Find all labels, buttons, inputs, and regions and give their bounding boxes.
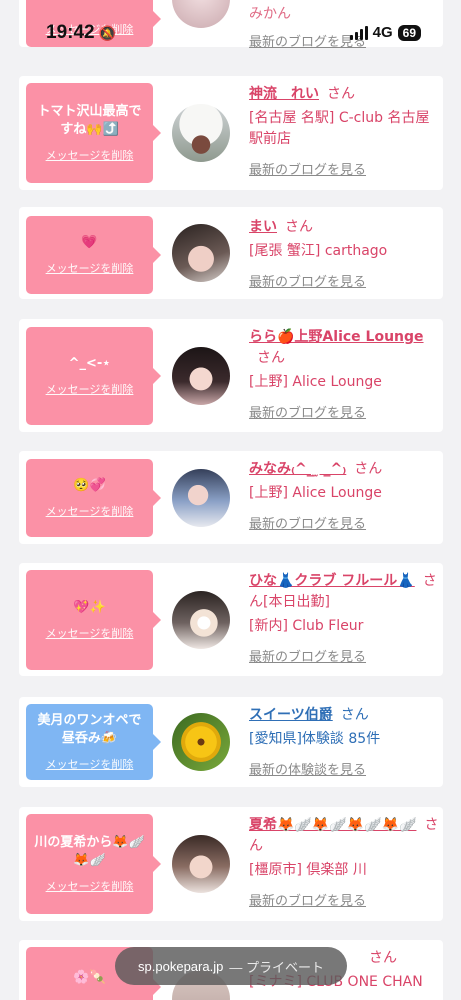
message-bubble: 川の夏希から🦊🪽🦊🪽 メッセージを削除 xyxy=(26,814,161,914)
message-text: 💖✨ xyxy=(73,600,106,615)
message-text: 🌸🍡 xyxy=(73,970,106,985)
avatar[interactable] xyxy=(172,835,230,893)
shop-info: [橿原市] 倶楽部 川 xyxy=(249,862,367,878)
delete-message-link[interactable]: メッセージを削除 xyxy=(46,260,134,276)
review-info: [愛知県]体験談 85件 xyxy=(249,731,381,747)
avatar[interactable] xyxy=(172,469,230,527)
message-text: 🥺💞 xyxy=(73,478,106,493)
delete-message-link[interactable]: メッセージを削除 xyxy=(46,21,134,37)
delete-message-link[interactable]: メッセージを削除 xyxy=(46,381,134,397)
cast-name-link[interactable]: らら🍎上野Alice Lounge xyxy=(249,329,424,345)
honorific: さん xyxy=(257,350,285,366)
delete-message-link[interactable]: メッセージを削除 xyxy=(46,147,134,163)
message-bubble: メッセージを削除 xyxy=(26,0,161,47)
avatar[interactable] xyxy=(172,224,230,282)
address-bar[interactable]: sp.pokepara.jp — プライベート xyxy=(115,947,347,985)
honorific: さん xyxy=(369,950,397,966)
message-text: 💗 xyxy=(81,235,98,250)
message-bubble: 🥺💞 メッセージを削除 xyxy=(26,459,161,537)
message-card: 美月のワンオペで昼呑み🍻 メッセージを削除 スイーツ伯爵 さん [愛知県]体験談 … xyxy=(19,697,443,787)
reviewer-name-link[interactable]: スイーツ伯爵 xyxy=(249,707,333,723)
latest-blog-link[interactable]: 最新のブログを見る xyxy=(249,31,439,50)
honorific: さん xyxy=(327,86,355,102)
url-text: sp.pokepara.jp xyxy=(138,958,224,974)
latest-blog-link[interactable]: 最新のブログを見る xyxy=(249,890,439,909)
honorific: さん xyxy=(354,461,383,477)
latest-review-link[interactable]: 最新の体験談を見る xyxy=(249,759,439,778)
message-text: ^_<-⋆ xyxy=(68,356,111,371)
cast-name[interactable]: みかん xyxy=(249,4,439,25)
message-card: ^_<-⋆ メッセージを削除 らら🍎上野Alice Lounge さん [上野] … xyxy=(19,319,443,432)
honorific: さん xyxy=(340,707,369,723)
delete-message-link[interactable]: メッセージを削除 xyxy=(46,756,134,772)
message-card: 💖✨ メッセージを削除 ひな👗クラブ フルール👗 さん[本日出勤] [新内] Cl… xyxy=(19,563,443,676)
avatar[interactable] xyxy=(172,347,230,405)
private-mode-label: — プライベート xyxy=(229,959,324,975)
cast-name-link[interactable]: 神流 れい xyxy=(249,86,319,102)
cast-name-link[interactable]: 夏希🦊🪽🦊🪽🦊🪽🦊🪽 xyxy=(249,817,416,833)
latest-blog-link[interactable]: 最新のブログを見る xyxy=(249,402,439,421)
message-text: トマト沢山最高ですね🙌⤴️ xyxy=(37,104,142,137)
message-card: 🥺💞 メッセージを削除 みなみ₍^_ ̫ _^₎ さん [上野] Alice Lo… xyxy=(19,451,443,544)
avatar[interactable] xyxy=(172,591,230,649)
avatar[interactable] xyxy=(172,104,230,162)
cast-name-link[interactable]: みなみ₍^_ ̫ _^₎ xyxy=(249,461,346,477)
latest-blog-link[interactable]: 最新のブログを見る xyxy=(249,513,439,532)
shop-info: [名古屋 名駅] C-club 名古屋駅前店 xyxy=(249,110,430,147)
message-text: 美月のワンオペで昼呑み🍻 xyxy=(37,713,142,746)
latest-blog-link[interactable]: 最新のブログを見る xyxy=(249,159,439,178)
cast-name-link[interactable]: ひな👗クラブ フルール👗 xyxy=(249,573,415,589)
honorific: さん xyxy=(285,219,313,235)
message-card: 川の夏希から🦊🪽🦊🪽 メッセージを削除 夏希🦊🪽🦊🪽🦊🪽🦊🪽 さん [橿原市] 倶… xyxy=(19,807,443,921)
message-card-partial: メッセージを削除 みかん 最新のブログを見る xyxy=(19,0,443,50)
delete-message-link[interactable]: メッセージを削除 xyxy=(46,878,134,894)
shop-info: [上野] Alice Lounge xyxy=(249,374,382,390)
message-bubble: ^_<-⋆ メッセージを削除 xyxy=(26,327,161,425)
latest-blog-link[interactable]: 最新のブログを見る xyxy=(249,646,439,665)
message-card: 💗 メッセージを削除 まい さん [尾張 蟹江] carthago 最新のブログを… xyxy=(19,207,443,299)
message-card: トマト沢山最高ですね🙌⤴️ メッセージを削除 神流 れい さん [名古屋 名駅] … xyxy=(19,76,443,190)
message-bubble: 💗 メッセージを削除 xyxy=(26,216,161,294)
latest-blog-link[interactable]: 最新のブログを見る xyxy=(249,271,439,290)
delete-message-link[interactable]: メッセージを削除 xyxy=(46,625,134,641)
message-bubble: トマト沢山最高ですね🙌⤴️ メッセージを削除 xyxy=(26,83,161,183)
shop-info: [新内] Club Fleur xyxy=(249,618,364,634)
message-bubble: 💖✨ メッセージを削除 xyxy=(26,570,161,670)
cast-name-link[interactable]: まい xyxy=(249,219,277,235)
shop-info: [尾張 蟹江] carthago xyxy=(249,243,388,259)
avatar[interactable] xyxy=(172,713,230,771)
message-bubble: 美月のワンオペで昼呑み🍻 メッセージを削除 xyxy=(26,704,161,780)
message-text: 川の夏希から🦊🪽🦊🪽 xyxy=(34,835,145,868)
delete-message-link[interactable]: メッセージを削除 xyxy=(46,503,134,519)
avatar[interactable] xyxy=(172,0,230,28)
shop-info: [上野] Alice Lounge xyxy=(249,485,382,501)
